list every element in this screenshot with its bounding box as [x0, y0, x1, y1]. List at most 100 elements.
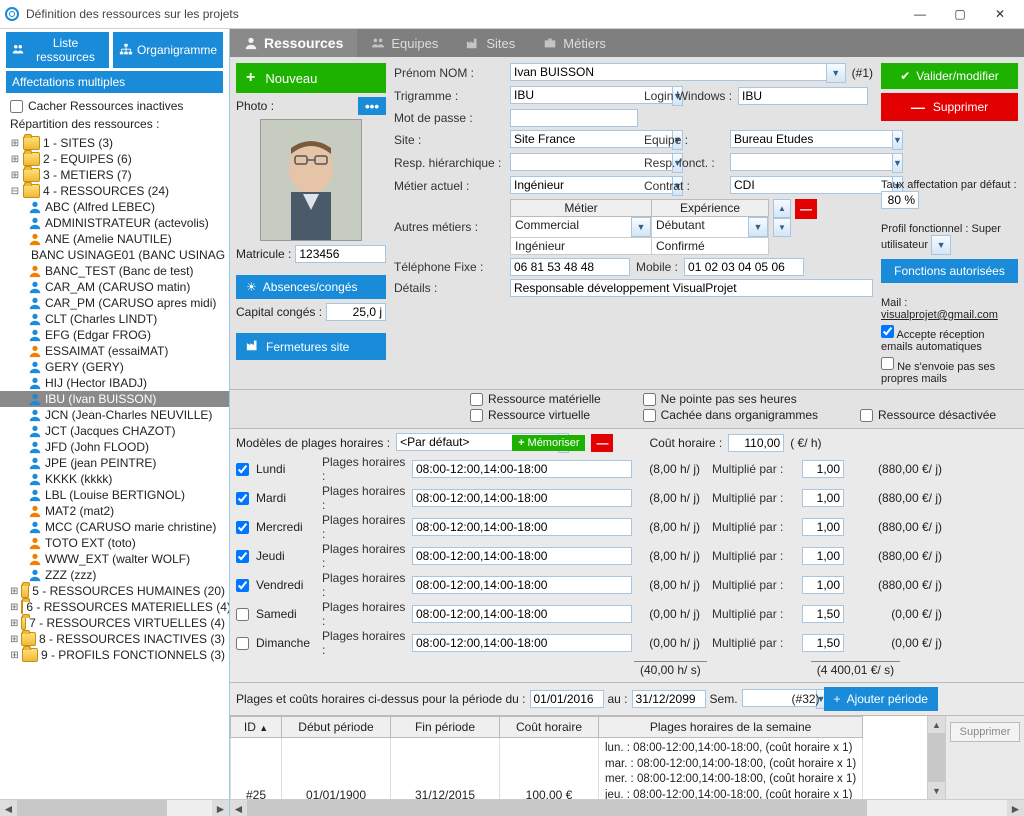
- right-h-scrollbar[interactable]: ◄ ►: [230, 799, 1024, 816]
- mobile-input[interactable]: [684, 258, 804, 276]
- scroll-up-icon[interactable]: ▲: [928, 716, 945, 733]
- day-checkbox[interactable]: [236, 550, 249, 563]
- day-mult-input[interactable]: [802, 518, 844, 536]
- tel-input[interactable]: [510, 258, 630, 276]
- tree-resource-item[interactable]: CAR_AM (CARUSO matin): [0, 279, 229, 295]
- taux-input[interactable]: [881, 191, 919, 209]
- tree-resource-item[interactable]: JCT (Jacques CHAZOT): [0, 423, 229, 439]
- scroll-left-icon[interactable]: ◄: [0, 800, 17, 816]
- expand-icon[interactable]: ⊟: [10, 186, 20, 197]
- period-from-input[interactable]: [530, 690, 604, 708]
- tab-metiers[interactable]: Métiers: [529, 29, 620, 57]
- expand-icon[interactable]: ⊞: [10, 650, 19, 661]
- no-pointe-checkbox[interactable]: Ne pointe pas ses heures: [643, 392, 836, 406]
- tree-folder[interactable]: ⊞2 - EQUIPES (6): [0, 151, 229, 167]
- capital-input[interactable]: [326, 303, 386, 321]
- day-range-input[interactable]: [412, 489, 632, 507]
- tree-resource-item[interactable]: LBL (Louise BERTIGNOL): [0, 487, 229, 503]
- day-checkbox[interactable]: [236, 492, 249, 505]
- list-resources-button[interactable]: Liste ressources: [6, 32, 109, 68]
- expand-icon[interactable]: ⊞: [10, 138, 20, 149]
- add-period-button[interactable]: +Ajouter période: [824, 687, 938, 711]
- tree-folder[interactable]: ⊟4 - RESSOURCES (24): [0, 183, 229, 199]
- col-detail[interactable]: Plages horaires de la semaine: [599, 717, 863, 738]
- day-range-input[interactable]: [412, 460, 632, 478]
- day-mult-input[interactable]: [802, 547, 844, 565]
- expand-icon[interactable]: ⊞: [10, 154, 20, 165]
- hide-inactive-input[interactable]: [10, 100, 23, 113]
- period-row[interactable]: #2501/01/190031/12/2015100,00 €lun. : 08…: [231, 738, 863, 800]
- tree-resource-item[interactable]: CLT (Charles LINDT): [0, 311, 229, 327]
- expand-icon[interactable]: ⊞: [10, 170, 20, 181]
- tab-teams[interactable]: Equipes: [357, 29, 452, 57]
- login-input[interactable]: [738, 87, 868, 105]
- absences-button[interactable]: ☀Absences/congés: [236, 275, 386, 299]
- remove-model-button[interactable]: —: [591, 434, 613, 452]
- day-range-input[interactable]: [412, 518, 632, 536]
- tree-folder[interactable]: ⊞1 - SITES (3): [0, 135, 229, 151]
- tree-resource-item[interactable]: JCN (Jean-Charles NEUVILLE): [0, 407, 229, 423]
- scroll-right-icon[interactable]: ►: [1007, 800, 1024, 816]
- tree-resource-item[interactable]: EFG (Edgar FROG): [0, 327, 229, 343]
- scroll-down-icon[interactable]: ▼: [773, 218, 791, 237]
- day-checkbox[interactable]: [236, 521, 249, 534]
- day-mult-input[interactable]: [802, 489, 844, 507]
- hide-inactive-checkbox[interactable]: Cacher Ressources inactives: [0, 97, 229, 115]
- tab-resources[interactable]: Ressources: [230, 29, 357, 57]
- day-mult-input[interactable]: [802, 634, 844, 652]
- scroll-down-icon[interactable]: ▼: [928, 782, 945, 799]
- tab-sites[interactable]: Sites: [452, 29, 529, 57]
- tree-folder[interactable]: ⊞6 - RESSOURCES MATERIELLES (4): [0, 599, 229, 615]
- day-checkbox[interactable]: [236, 637, 249, 650]
- materielle-checkbox[interactable]: Ressource matérielle: [470, 392, 619, 406]
- site-closures-button[interactable]: Fermetures site: [236, 333, 386, 360]
- tree-resource-item[interactable]: WWW_EXT (walter WOLF): [0, 551, 229, 567]
- minimize-button[interactable]: ―: [900, 0, 940, 28]
- tree-folder[interactable]: ⊞3 - METIERS (7): [0, 167, 229, 183]
- remove-metier-button[interactable]: —: [795, 199, 817, 219]
- tree-resource-item[interactable]: MCC (CARUSO marie christine): [0, 519, 229, 535]
- new-button[interactable]: +Nouveau: [236, 63, 386, 93]
- tree-folder[interactable]: ⊞9 - PROFILS FONCTIONNELS (3): [0, 647, 229, 663]
- day-mult-input[interactable]: [802, 576, 844, 594]
- scroll-thumb[interactable]: [17, 800, 167, 816]
- chevron-down-icon[interactable]: ▼: [748, 217, 768, 237]
- memorize-button[interactable]: +Mémoriser: [512, 435, 585, 451]
- day-mult-input[interactable]: [802, 460, 844, 478]
- tree-folder[interactable]: ⊞7 - RESSOURCES VIRTUELLES (4): [0, 615, 229, 631]
- tree-folder[interactable]: ⊞5 - RESSOURCES HUMAINES (20): [0, 583, 229, 599]
- tree-resource-item[interactable]: JPE (jean PEINTRE): [0, 455, 229, 471]
- matricule-input[interactable]: [295, 245, 386, 263]
- chevron-down-icon[interactable]: ▼: [826, 63, 846, 83]
- tree-resource-item[interactable]: HIJ (Hector IBADJ): [0, 375, 229, 391]
- team-input[interactable]: [730, 130, 892, 148]
- tree-resource-item[interactable]: CAR_PM (CARUSO apres midi): [0, 295, 229, 311]
- scroll-right-icon[interactable]: ►: [212, 800, 229, 816]
- virtuelle-checkbox[interactable]: Ressource virtuelle: [470, 408, 619, 422]
- tree-resource-item[interactable]: KKKK (kkkk): [0, 471, 229, 487]
- hidden-org-checkbox[interactable]: Cachée dans organigrammes: [643, 408, 836, 422]
- tree-resource-item[interactable]: GERY (GERY): [0, 359, 229, 375]
- tree-resource-item[interactable]: BANC USINAGE01 (BANC USINAG: [0, 247, 229, 263]
- scroll-left-icon[interactable]: ◄: [230, 800, 247, 816]
- org-chart-button[interactable]: Organigramme: [113, 32, 223, 68]
- name-input[interactable]: [510, 63, 826, 81]
- delete-period-button[interactable]: Supprimer: [950, 722, 1020, 742]
- contrat-input[interactable]: [730, 176, 892, 194]
- left-h-scrollbar[interactable]: ◄ ►: [0, 799, 229, 816]
- scroll-thumb[interactable]: [247, 800, 867, 816]
- auto-emails-checkbox[interactable]: Accepte réception emails automatiques: [881, 325, 1018, 353]
- day-range-input[interactable]: [412, 547, 632, 565]
- resource-tree[interactable]: ⊞1 - SITES (3)⊞2 - EQUIPES (6)⊞3 - METIE…: [0, 133, 229, 799]
- scroll-up-icon[interactable]: ▲: [773, 199, 791, 218]
- resp-f-input[interactable]: [730, 153, 892, 171]
- expand-icon[interactable]: ⊞: [10, 586, 18, 597]
- col-start[interactable]: Début période: [282, 717, 391, 738]
- photo-browse-button[interactable]: •••: [358, 97, 386, 115]
- no-self-email-checkbox[interactable]: Ne s'envoie pas ses propres mails: [881, 357, 1018, 385]
- tree-resource-item[interactable]: BANC_TEST (Banc de test): [0, 263, 229, 279]
- inactive-checkbox[interactable]: Ressource désactivée: [860, 408, 1014, 422]
- chevron-down-icon[interactable]: ▼: [931, 235, 951, 255]
- delete-button[interactable]: —Supprimer: [881, 93, 1018, 121]
- periods-v-scrollbar[interactable]: ▲ ▼: [927, 716, 945, 799]
